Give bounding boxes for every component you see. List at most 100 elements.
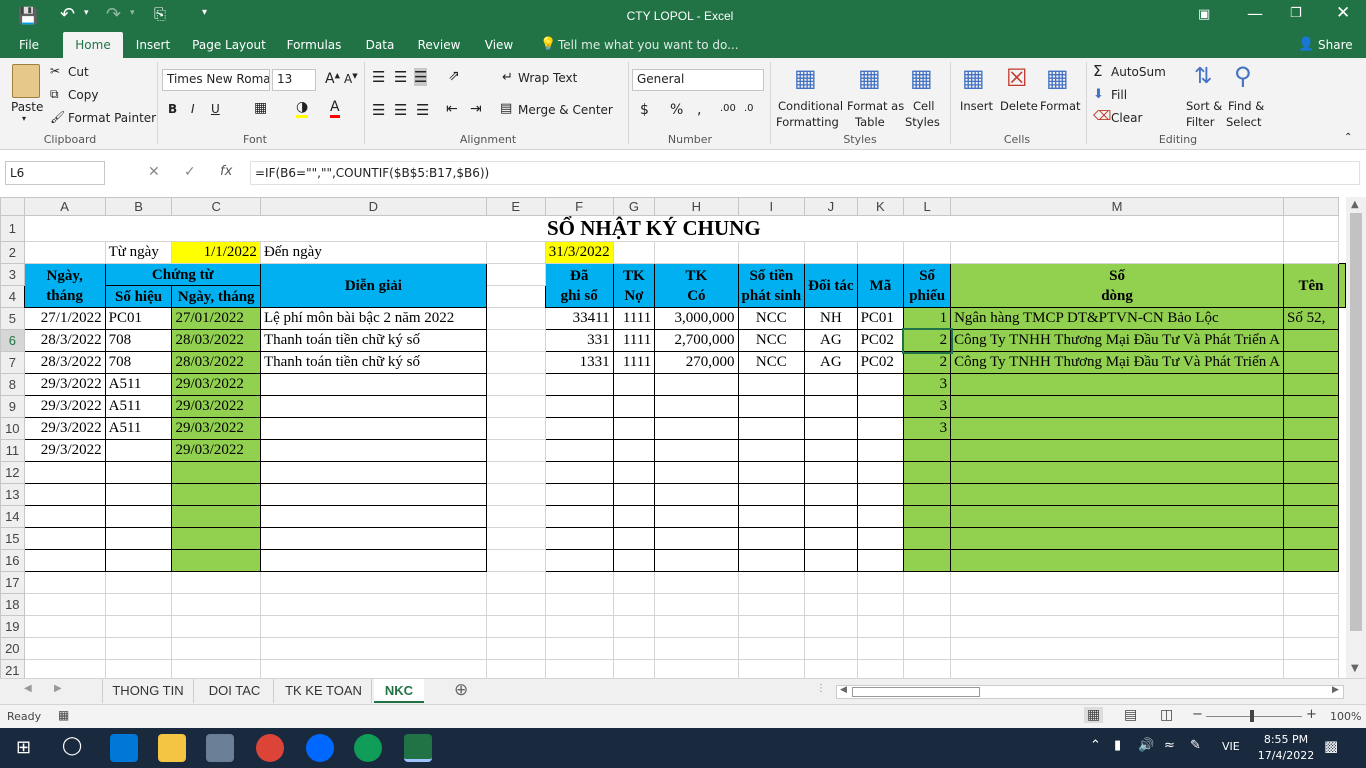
currency-icon[interactable]: $ xyxy=(640,102,649,118)
cell-b[interactable] xyxy=(104,527,173,550)
cell-l[interactable] xyxy=(903,659,952,678)
cell-h[interactable] xyxy=(654,527,739,550)
row-header[interactable]: 18 xyxy=(0,593,25,616)
row-header[interactable]: 5 xyxy=(0,307,25,330)
clock-date[interactable]: 17/4/2022 xyxy=(1256,749,1316,762)
cell-k[interactable] xyxy=(856,373,905,396)
select-all-corner[interactable] xyxy=(0,197,25,216)
prev-sheet-icon[interactable]: ◀ xyxy=(24,683,32,694)
cell-n[interactable] xyxy=(1283,593,1339,616)
cell-b[interactable]: A511 xyxy=(104,373,173,396)
cell-l[interactable] xyxy=(903,461,952,484)
cell-b[interactable]: 708 xyxy=(104,351,173,374)
align-left-icon[interactable]: ☰ xyxy=(372,101,385,119)
align-top-icon[interactable]: ☰ xyxy=(372,68,385,86)
cell-n[interactable] xyxy=(1283,439,1339,462)
decrease-indent-icon[interactable]: ⇤ xyxy=(446,101,458,117)
redo-dropdown-icon[interactable]: ▾ xyxy=(130,8,135,18)
row-header[interactable]: 10 xyxy=(0,417,25,440)
cell-m[interactable] xyxy=(950,483,1285,506)
row-header[interactable]: 3 xyxy=(0,263,25,286)
column-header[interactable]: M xyxy=(950,197,1285,216)
cell-e[interactable] xyxy=(485,637,546,660)
sheet-tab-tk-ke-toan[interactable]: TK KE TOAN xyxy=(276,679,372,703)
cell-g[interactable]: 1111 xyxy=(612,329,656,352)
tab-file[interactable]: File xyxy=(10,32,48,58)
cell-e[interactable] xyxy=(485,659,546,678)
cell-d[interactable] xyxy=(259,483,487,506)
cell-n[interactable] xyxy=(1283,329,1339,352)
cell-n[interactable] xyxy=(1283,461,1339,484)
cell-j[interactable]: AG xyxy=(804,351,858,374)
scroll-left-icon[interactable]: ◀ xyxy=(840,685,847,695)
cell-b[interactable] xyxy=(104,571,173,594)
cell-h[interactable] xyxy=(654,395,739,418)
normal-view-icon[interactable]: ▦ xyxy=(1084,707,1104,723)
cell-f[interactable] xyxy=(544,527,614,550)
cell-j[interactable] xyxy=(804,593,858,616)
cell-m[interactable] xyxy=(950,439,1285,462)
cell-k[interactable] xyxy=(856,505,905,528)
cell-i[interactable] xyxy=(737,417,806,440)
cell-f[interactable] xyxy=(544,549,614,572)
cell-k[interactable] xyxy=(856,439,905,462)
cell-b[interactable] xyxy=(104,483,173,506)
header-ten[interactable]: Tên xyxy=(1283,263,1339,308)
cell-f[interactable] xyxy=(544,373,614,396)
cell-e[interactable] xyxy=(485,571,546,594)
cell-e[interactable] xyxy=(485,351,546,374)
tab-data[interactable]: Data xyxy=(362,32,398,58)
paste-icon[interactable] xyxy=(12,64,40,98)
share-button[interactable]: Share xyxy=(1318,38,1353,52)
scroll-down-icon[interactable]: ▼ xyxy=(1351,663,1359,674)
cell-f[interactable] xyxy=(544,439,614,462)
cell-b[interactable] xyxy=(104,637,173,660)
cell-i[interactable] xyxy=(737,637,806,660)
cell-m[interactable]: Công Ty TNHH Thương Mại Đầu Tư Và Phát T… xyxy=(950,329,1285,352)
language-indicator[interactable]: VIE xyxy=(1222,740,1240,753)
save-icon[interactable]: 💾 xyxy=(18,6,38,25)
cell-c[interactable] xyxy=(171,593,261,616)
cell-j[interactable] xyxy=(804,549,858,572)
decrease-font-icon[interactable]: A▼ xyxy=(344,72,358,86)
cell-e[interactable] xyxy=(485,417,546,440)
sheet-tab-nkc[interactable]: NKC xyxy=(374,679,424,703)
cell-n[interactable] xyxy=(1283,637,1339,660)
cell-n[interactable] xyxy=(1283,549,1339,572)
tab-review[interactable]: Review xyxy=(414,32,464,58)
cell-c[interactable] xyxy=(171,571,261,594)
cell-d[interactable] xyxy=(259,615,487,638)
column-header[interactable]: H xyxy=(654,197,739,216)
tab-page-layout[interactable]: Page Layout xyxy=(190,32,268,58)
show-hidden-icons[interactable]: ⌃ xyxy=(1090,738,1101,753)
h-scroll-thumb[interactable] xyxy=(852,687,980,697)
cell-b[interactable]: A511 xyxy=(104,417,173,440)
print-preview-icon[interactable]: ⎘ xyxy=(154,5,166,23)
wifi-icon[interactable]: ≈ xyxy=(1164,738,1175,753)
tab-home[interactable]: Home xyxy=(63,32,123,58)
cell-c[interactable]: 29/03/2022 xyxy=(171,373,261,396)
align-center-icon[interactable]: ☰ xyxy=(394,101,407,119)
page-break-view-icon[interactable]: ◫ xyxy=(1160,707,1173,723)
increase-decimal-icon[interactable]: .00 xyxy=(720,103,736,114)
row-header[interactable]: 4 xyxy=(0,285,25,308)
decrease-decimal-icon[interactable]: .0 xyxy=(744,103,754,114)
row-header[interactable]: 12 xyxy=(0,461,25,484)
cell-m[interactable] xyxy=(950,461,1285,484)
cell-d[interactable] xyxy=(259,659,487,678)
cell-g[interactable] xyxy=(612,417,656,440)
cell-m[interactable] xyxy=(950,571,1285,594)
cell-c[interactable] xyxy=(171,637,261,660)
cell-k[interactable]: PC02 xyxy=(856,329,905,352)
cell-a[interactable]: 28/3/2022 xyxy=(23,351,106,374)
cell-c[interactable] xyxy=(171,615,261,638)
collapse-ribbon-icon[interactable]: ⌃ xyxy=(1344,132,1352,143)
cell-k[interactable] xyxy=(856,395,905,418)
merge-center-button[interactable]: Merge & Center xyxy=(518,103,613,117)
cell-l[interactable] xyxy=(903,571,952,594)
column-header[interactable]: K xyxy=(856,197,905,216)
row-header[interactable]: 9 xyxy=(0,395,25,418)
cell-f[interactable] xyxy=(544,593,614,616)
cell-b[interactable] xyxy=(104,505,173,528)
cell-d[interactable]: Thanh toán tiền chữ ký số xyxy=(259,329,487,352)
